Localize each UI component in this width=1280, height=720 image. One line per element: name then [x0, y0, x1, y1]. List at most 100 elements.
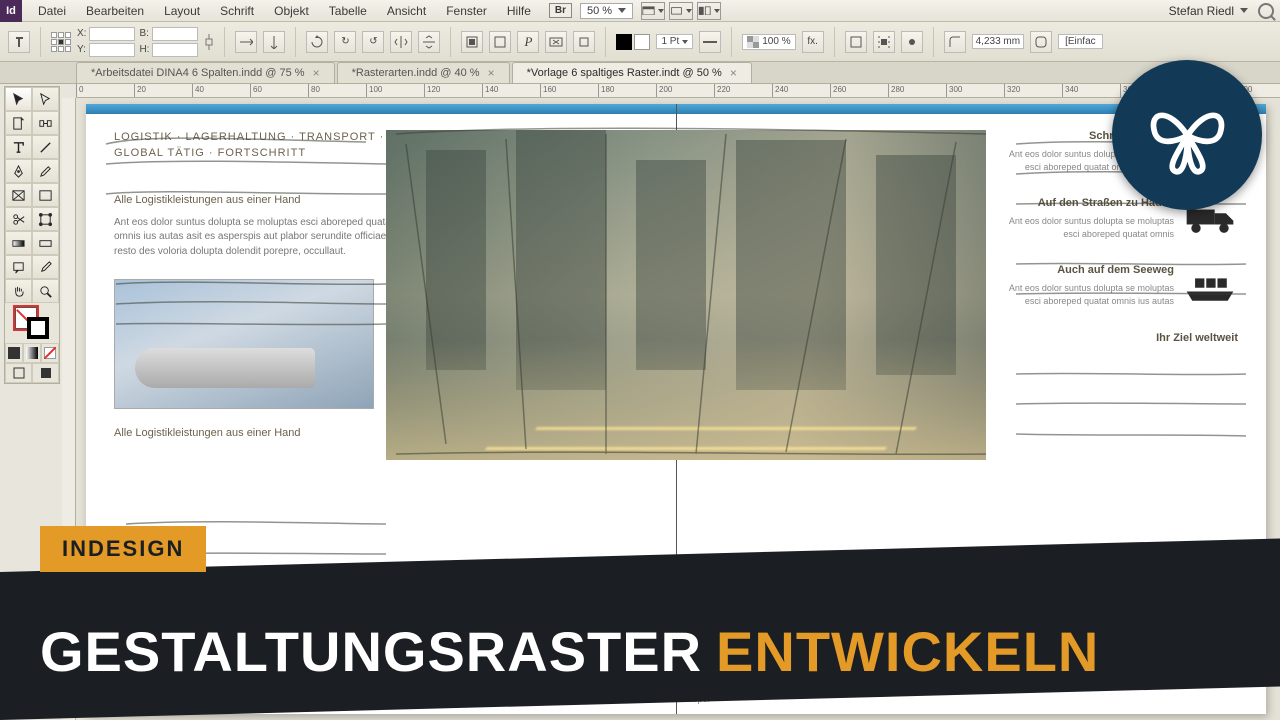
menu-layout[interactable]: Layout: [154, 4, 210, 18]
rotate-cw-icon[interactable]: ↻: [334, 31, 356, 53]
fill-swatch[interactable]: [616, 34, 632, 50]
stroke-proxy[interactable]: [27, 317, 49, 339]
wrap-shape-icon[interactable]: [901, 31, 923, 53]
apply-none-icon[interactable]: [41, 343, 59, 363]
arrange-dropdown[interactable]: [697, 2, 721, 20]
menu-tabelle[interactable]: Tabelle: [319, 4, 377, 18]
stroke-swatch[interactable]: [634, 34, 650, 50]
menu-ansicht[interactable]: Ansicht: [377, 4, 436, 18]
h-input[interactable]: [152, 43, 198, 57]
stroke-style-icon[interactable]: [699, 31, 721, 53]
preview-view-icon[interactable]: [32, 363, 59, 383]
opacity-value: 100 %: [762, 36, 790, 47]
user-menu[interactable]: Stefan Riedl: [1169, 4, 1248, 18]
zoom-input[interactable]: 50 %: [580, 3, 633, 19]
menu-objekt[interactable]: Objekt: [264, 4, 319, 18]
wrap-bounding-icon[interactable]: [873, 31, 895, 53]
rectangle-tool[interactable]: [32, 183, 59, 207]
menu-fenster[interactable]: Fenster: [436, 4, 497, 18]
wrap-none-icon[interactable]: [845, 31, 867, 53]
search-icon[interactable]: [1258, 3, 1274, 19]
view-mode-dropdown[interactable]: [641, 2, 665, 20]
tab-label: *Rasterarten.indd @ 40 %: [352, 67, 480, 79]
gradient-swatch-tool[interactable]: [5, 231, 32, 255]
close-icon[interactable]: ×: [313, 66, 320, 80]
screen-mode-dropdown[interactable]: [669, 2, 693, 20]
apply-mode: [5, 343, 59, 363]
page-tool[interactable]: [5, 111, 32, 135]
pencil-tool[interactable]: [32, 159, 59, 183]
menu-datei[interactable]: Datei: [28, 4, 76, 18]
y-label: Y:: [77, 44, 86, 55]
close-icon[interactable]: ×: [730, 66, 737, 80]
free-transform-tool[interactable]: [32, 207, 59, 231]
close-icon[interactable]: ×: [488, 66, 495, 80]
corner-value: 4,233 mm: [976, 36, 1020, 47]
type-tool[interactable]: [5, 135, 32, 159]
fill-stroke-proxy[interactable]: [5, 303, 59, 343]
w-input[interactable]: [152, 27, 198, 41]
image-frame-plane[interactable]: [114, 279, 374, 409]
scale-x-icon[interactable]: [235, 31, 257, 53]
apply-color-icon[interactable]: [5, 343, 23, 363]
reference-point[interactable]: [51, 32, 71, 52]
scale-y-icon[interactable]: [263, 31, 285, 53]
link-wh-icon[interactable]: [204, 31, 214, 53]
rectangle-frame-tool[interactable]: [5, 183, 32, 207]
direct-selection-tool[interactable]: [32, 87, 59, 111]
rotate-icon[interactable]: [306, 31, 328, 53]
gradient-feather-tool[interactable]: [32, 231, 59, 255]
overlay-title: GESTALTUNGSRASTERENTWICKELN: [40, 619, 1099, 684]
tab-doc-3[interactable]: *Vorlage 6 spaltiges Raster.indt @ 50 % ×: [512, 62, 752, 83]
menu-schrift[interactable]: Schrift: [210, 4, 264, 18]
tab-doc-1[interactable]: *Arbeitsdatei DINA4 6 Spalten.indd @ 75 …: [76, 62, 335, 83]
tab-doc-2[interactable]: *Rasterarten.indd @ 40 % ×: [337, 62, 510, 83]
opacity-input[interactable]: 100 %: [742, 34, 795, 50]
rotate-ccw-icon[interactable]: ↺: [362, 31, 384, 53]
chevron-down-icon: [1240, 8, 1248, 13]
menu-hilfe[interactable]: Hilfe: [497, 4, 541, 18]
eyedropper-tool[interactable]: [32, 255, 59, 279]
y-input[interactable]: [89, 43, 135, 57]
corner-icon[interactable]: [944, 31, 966, 53]
para-style-icon[interactable]: [8, 31, 30, 53]
view-modes: [5, 363, 59, 383]
hero-image[interactable]: [386, 130, 986, 460]
menubar: Id Datei Bearbeiten Layout Schrift Objek…: [0, 0, 1280, 22]
stroke-style-select[interactable]: [Einfac: [1058, 34, 1103, 49]
apply-gradient-icon[interactable]: [23, 343, 41, 363]
flip-v-icon[interactable]: [418, 31, 440, 53]
fit-frame-icon[interactable]: [573, 31, 595, 53]
select-content-icon[interactable]: [489, 31, 511, 53]
feature-block-target: Ihr Ziel weltweit: [998, 332, 1238, 344]
gap-tool[interactable]: [32, 111, 59, 135]
x-input[interactable]: [89, 27, 135, 41]
tab-label: *Vorlage 6 spaltiges Raster.indt @ 50 %: [527, 67, 722, 79]
note-tool[interactable]: [5, 255, 32, 279]
normal-view-icon[interactable]: [5, 363, 32, 383]
p-paragraph-icon[interactable]: P: [517, 31, 539, 53]
fit-content-icon[interactable]: [545, 31, 567, 53]
stroke-weight-value: 1 Pt: [661, 36, 679, 47]
stroke-weight-input[interactable]: 1 Pt: [656, 34, 693, 49]
headline: LOGISTIK · LAGERHALTUNG · TRANSPORT · GL…: [114, 130, 414, 162]
corner-radius-input[interactable]: 4,233 mm: [972, 34, 1024, 49]
zoom-value: 50 %: [587, 5, 612, 17]
control-strip: X: B: Y: H: ↻ ↺ P 1 Pt 100 % fx. 4,233 m…: [0, 22, 1280, 62]
scissors-tool[interactable]: [5, 207, 32, 231]
flip-h-icon[interactable]: [390, 31, 412, 53]
tab-label: *Arbeitsdatei DINA4 6 Spalten.indd @ 75 …: [91, 67, 305, 79]
chevron-down-icon: [618, 8, 626, 13]
bridge-badge[interactable]: Br: [549, 3, 572, 18]
fx-button[interactable]: fx.: [802, 31, 824, 53]
zoom-tool[interactable]: [32, 279, 59, 303]
corner-options-icon[interactable]: [1030, 31, 1052, 53]
line-tool[interactable]: [32, 135, 59, 159]
horizontal-ruler[interactable]: 0204060801001201401601802002202402602803…: [76, 84, 1280, 98]
overlay-title-a: GESTALTUNGSRASTER: [40, 620, 702, 683]
menu-bearbeiten[interactable]: Bearbeiten: [76, 4, 154, 18]
hand-tool[interactable]: [5, 279, 32, 303]
selection-tool[interactable]: [5, 87, 32, 111]
pen-tool[interactable]: [5, 159, 32, 183]
select-container-icon[interactable]: [461, 31, 483, 53]
